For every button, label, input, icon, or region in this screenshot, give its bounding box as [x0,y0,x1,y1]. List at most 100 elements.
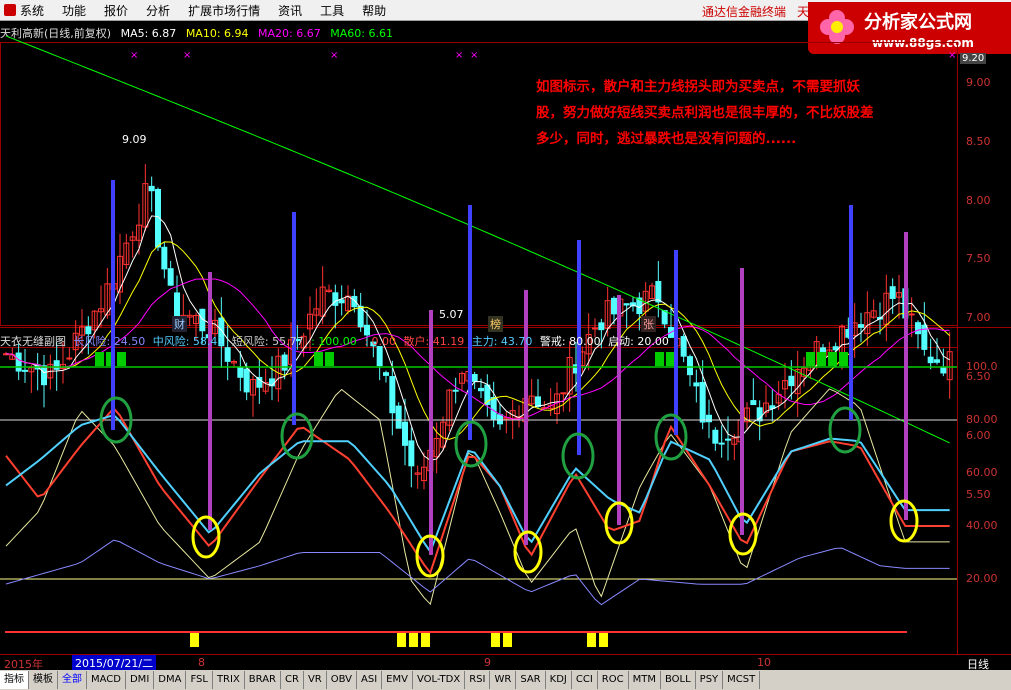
candle-body [237,367,244,378]
candle-body [408,440,415,467]
tab-vol-tdx[interactable]: VOL-TDX [413,671,466,689]
tab-asi[interactable]: ASI [357,671,383,689]
candle-body [224,347,231,362]
candle-body [281,354,288,371]
tab-cr[interactable]: CR [281,671,304,689]
green-signal-block [314,352,323,366]
candle-body [611,297,617,315]
marker-zhang[interactable]: 张 [641,316,656,332]
indicator-tick: 100.0 [966,360,998,373]
ma-marker-x: × [130,50,138,61]
candle-body [712,429,719,444]
tab-vr[interactable]: VR [304,671,327,689]
price-tick: 8.00 [966,193,991,207]
candle-body [661,310,668,325]
candle-body [699,381,706,423]
tab-roc[interactable]: ROC [598,671,629,689]
tab-模板[interactable]: 模板 [29,671,58,689]
high-price-label: 9.09 [122,133,147,146]
candle-body [940,366,947,374]
yellow-signal-block [409,633,418,647]
green-signal-block [828,352,837,366]
candle-body [402,421,408,446]
indicator-info: 天衣无缝副图 长风险: 24.50 中风险: 58.41 短风险: 55.77 … [0,333,673,349]
buy-ellipse [280,412,314,460]
main-line [5,413,950,554]
candle-body [376,346,383,367]
candle-body [174,292,180,319]
main-value: 主力: 43.70 [471,335,533,348]
tab-cci[interactable]: CCI [572,671,598,689]
tab-dma[interactable]: DMA [154,671,187,689]
candle-body [243,368,250,393]
yellow-signal-block [190,633,199,647]
tab-kdj[interactable]: KDJ [546,671,572,689]
tab-macd[interactable]: MACD [87,671,126,689]
candle-body [490,397,497,420]
tab-全部[interactable]: 全部 [58,671,87,689]
candle-body [15,352,22,372]
tab-mtm[interactable]: MTM [629,671,661,689]
candle-body [680,336,687,357]
buy-ellipse [828,406,862,454]
green-signal-block [806,352,815,366]
green-signal-block [95,352,104,366]
tab-emv[interactable]: EMV [382,671,413,689]
buy-ellipse [654,413,688,461]
mid-risk: 中风险: 58.41 [152,335,225,348]
yellow-signal-block [491,633,500,647]
tab-rsi[interactable]: RSI [465,671,491,689]
tab-指标[interactable]: 指标 [0,671,29,689]
tab-fsl[interactable]: FSL [186,671,213,689]
candle-body [725,438,731,441]
candle-body [167,268,174,286]
candle-body [560,392,567,395]
tab-obv[interactable]: OBV [327,671,357,689]
candle-body [161,246,168,270]
candle-body [598,322,605,331]
value-1: : 100.00 [311,335,357,348]
candle-body [395,405,402,429]
retail-value: 散户: 41.19 [403,335,465,348]
tab-brar[interactable]: BRAR [245,671,281,689]
candle-body [915,322,921,335]
tab-boll[interactable]: BOLL [661,671,696,689]
candle-body [750,400,757,406]
marker-bang[interactable]: 榜 [488,316,503,332]
short-risk-line [5,388,950,606]
ma-marker-x: × [183,50,191,61]
indicator-tick: 40.00 [966,519,998,532]
tab-dmi[interactable]: DMI [126,671,155,689]
marker-cai[interactable]: 财 [172,316,187,332]
candle-body [655,281,662,303]
tab-trix[interactable]: TRIX [213,671,245,689]
candle-body [383,372,389,376]
candle-body [934,359,940,363]
yellow-signal-block [397,633,406,647]
indicator-chart [0,352,957,647]
candle-body [471,374,478,382]
tab-mcst[interactable]: MCST [723,671,761,689]
candle-body [889,286,896,299]
green-signal-block [839,352,848,366]
candle-body [53,360,60,370]
tab-psy[interactable]: PSY [696,671,724,689]
green-signal-block [325,352,334,366]
green-signal-block [666,352,675,366]
tab-sar[interactable]: SAR [516,671,546,689]
candle-body [858,324,864,328]
indicator-tick: 20.00 [966,572,998,585]
price-tick: 6.00 [966,428,991,442]
selected-date[interactable]: 2015/07/21/二 [72,655,157,671]
candle-body [693,382,700,387]
month-9: 9 [484,656,491,669]
signal-ellipses [99,396,919,578]
yellow-signal-block [599,633,608,647]
tab-wr[interactable]: WR [490,671,517,689]
candle-body [148,185,155,192]
candle-body [718,442,725,445]
candle-body [389,376,396,414]
ma-marker-x: × [455,50,463,61]
value-2: : 0.00 [364,335,397,348]
candle-body [706,414,712,423]
